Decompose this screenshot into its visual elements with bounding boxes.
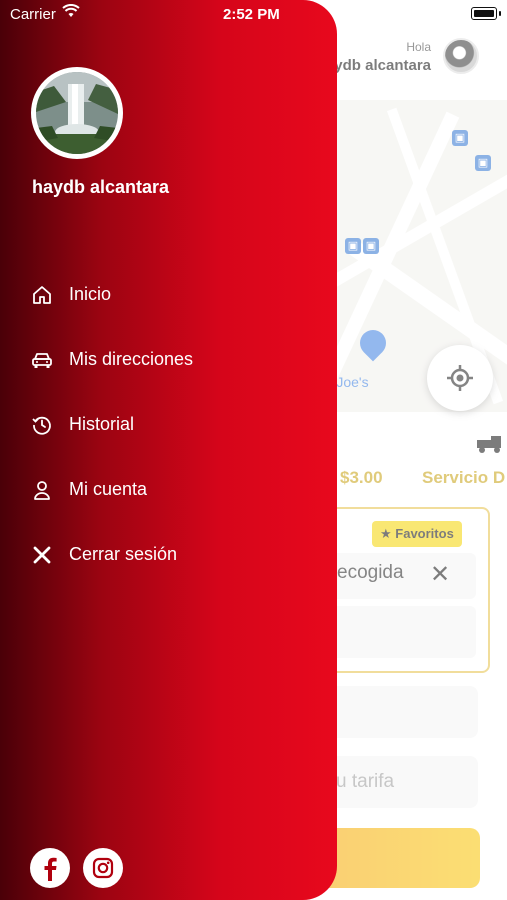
profile-avatar[interactable]	[31, 67, 123, 159]
facebook-button[interactable]	[30, 848, 70, 888]
menu-label: Historial	[69, 414, 135, 434]
drawer-menu: Inicio Mis direcciones Historial Mi cuen…	[30, 262, 193, 587]
side-drawer: haydb alcantara Inicio Mis direcciones H…	[0, 0, 337, 900]
battery-tip	[499, 11, 501, 16]
menu-item-mis-direcciones[interactable]: Mis direcciones	[30, 327, 193, 392]
menu-item-cerrar-sesion[interactable]: Cerrar sesión	[30, 522, 193, 587]
battery-icon	[471, 7, 497, 20]
drawer-user-name: haydb alcantara	[32, 177, 170, 197]
carrier-label: Carrier	[10, 6, 56, 23]
menu-item-historial[interactable]: Historial	[30, 392, 193, 457]
car-icon	[30, 348, 54, 372]
history-icon	[30, 413, 54, 437]
menu-label: Inicio	[69, 284, 112, 304]
instagram-icon	[92, 857, 114, 879]
wifi-icon	[62, 4, 80, 17]
instagram-button[interactable]	[83, 848, 123, 888]
waterfall-photo	[36, 72, 118, 154]
menu-label: Cerrar sesión	[69, 544, 178, 564]
menu-item-inicio[interactable]: Inicio	[30, 262, 193, 327]
social-links	[30, 848, 123, 888]
user-icon	[30, 478, 54, 502]
home-icon	[30, 283, 54, 307]
facebook-icon	[44, 857, 57, 881]
menu-item-mi-cuenta[interactable]: Mi cuenta	[30, 457, 193, 522]
close-icon	[30, 543, 54, 567]
menu-label: Mi cuenta	[69, 479, 148, 499]
menu-label: Mis direcciones	[69, 349, 194, 369]
status-bar: Carrier 2:52 PM	[0, 0, 507, 28]
status-time: 2:52 PM	[223, 6, 280, 23]
